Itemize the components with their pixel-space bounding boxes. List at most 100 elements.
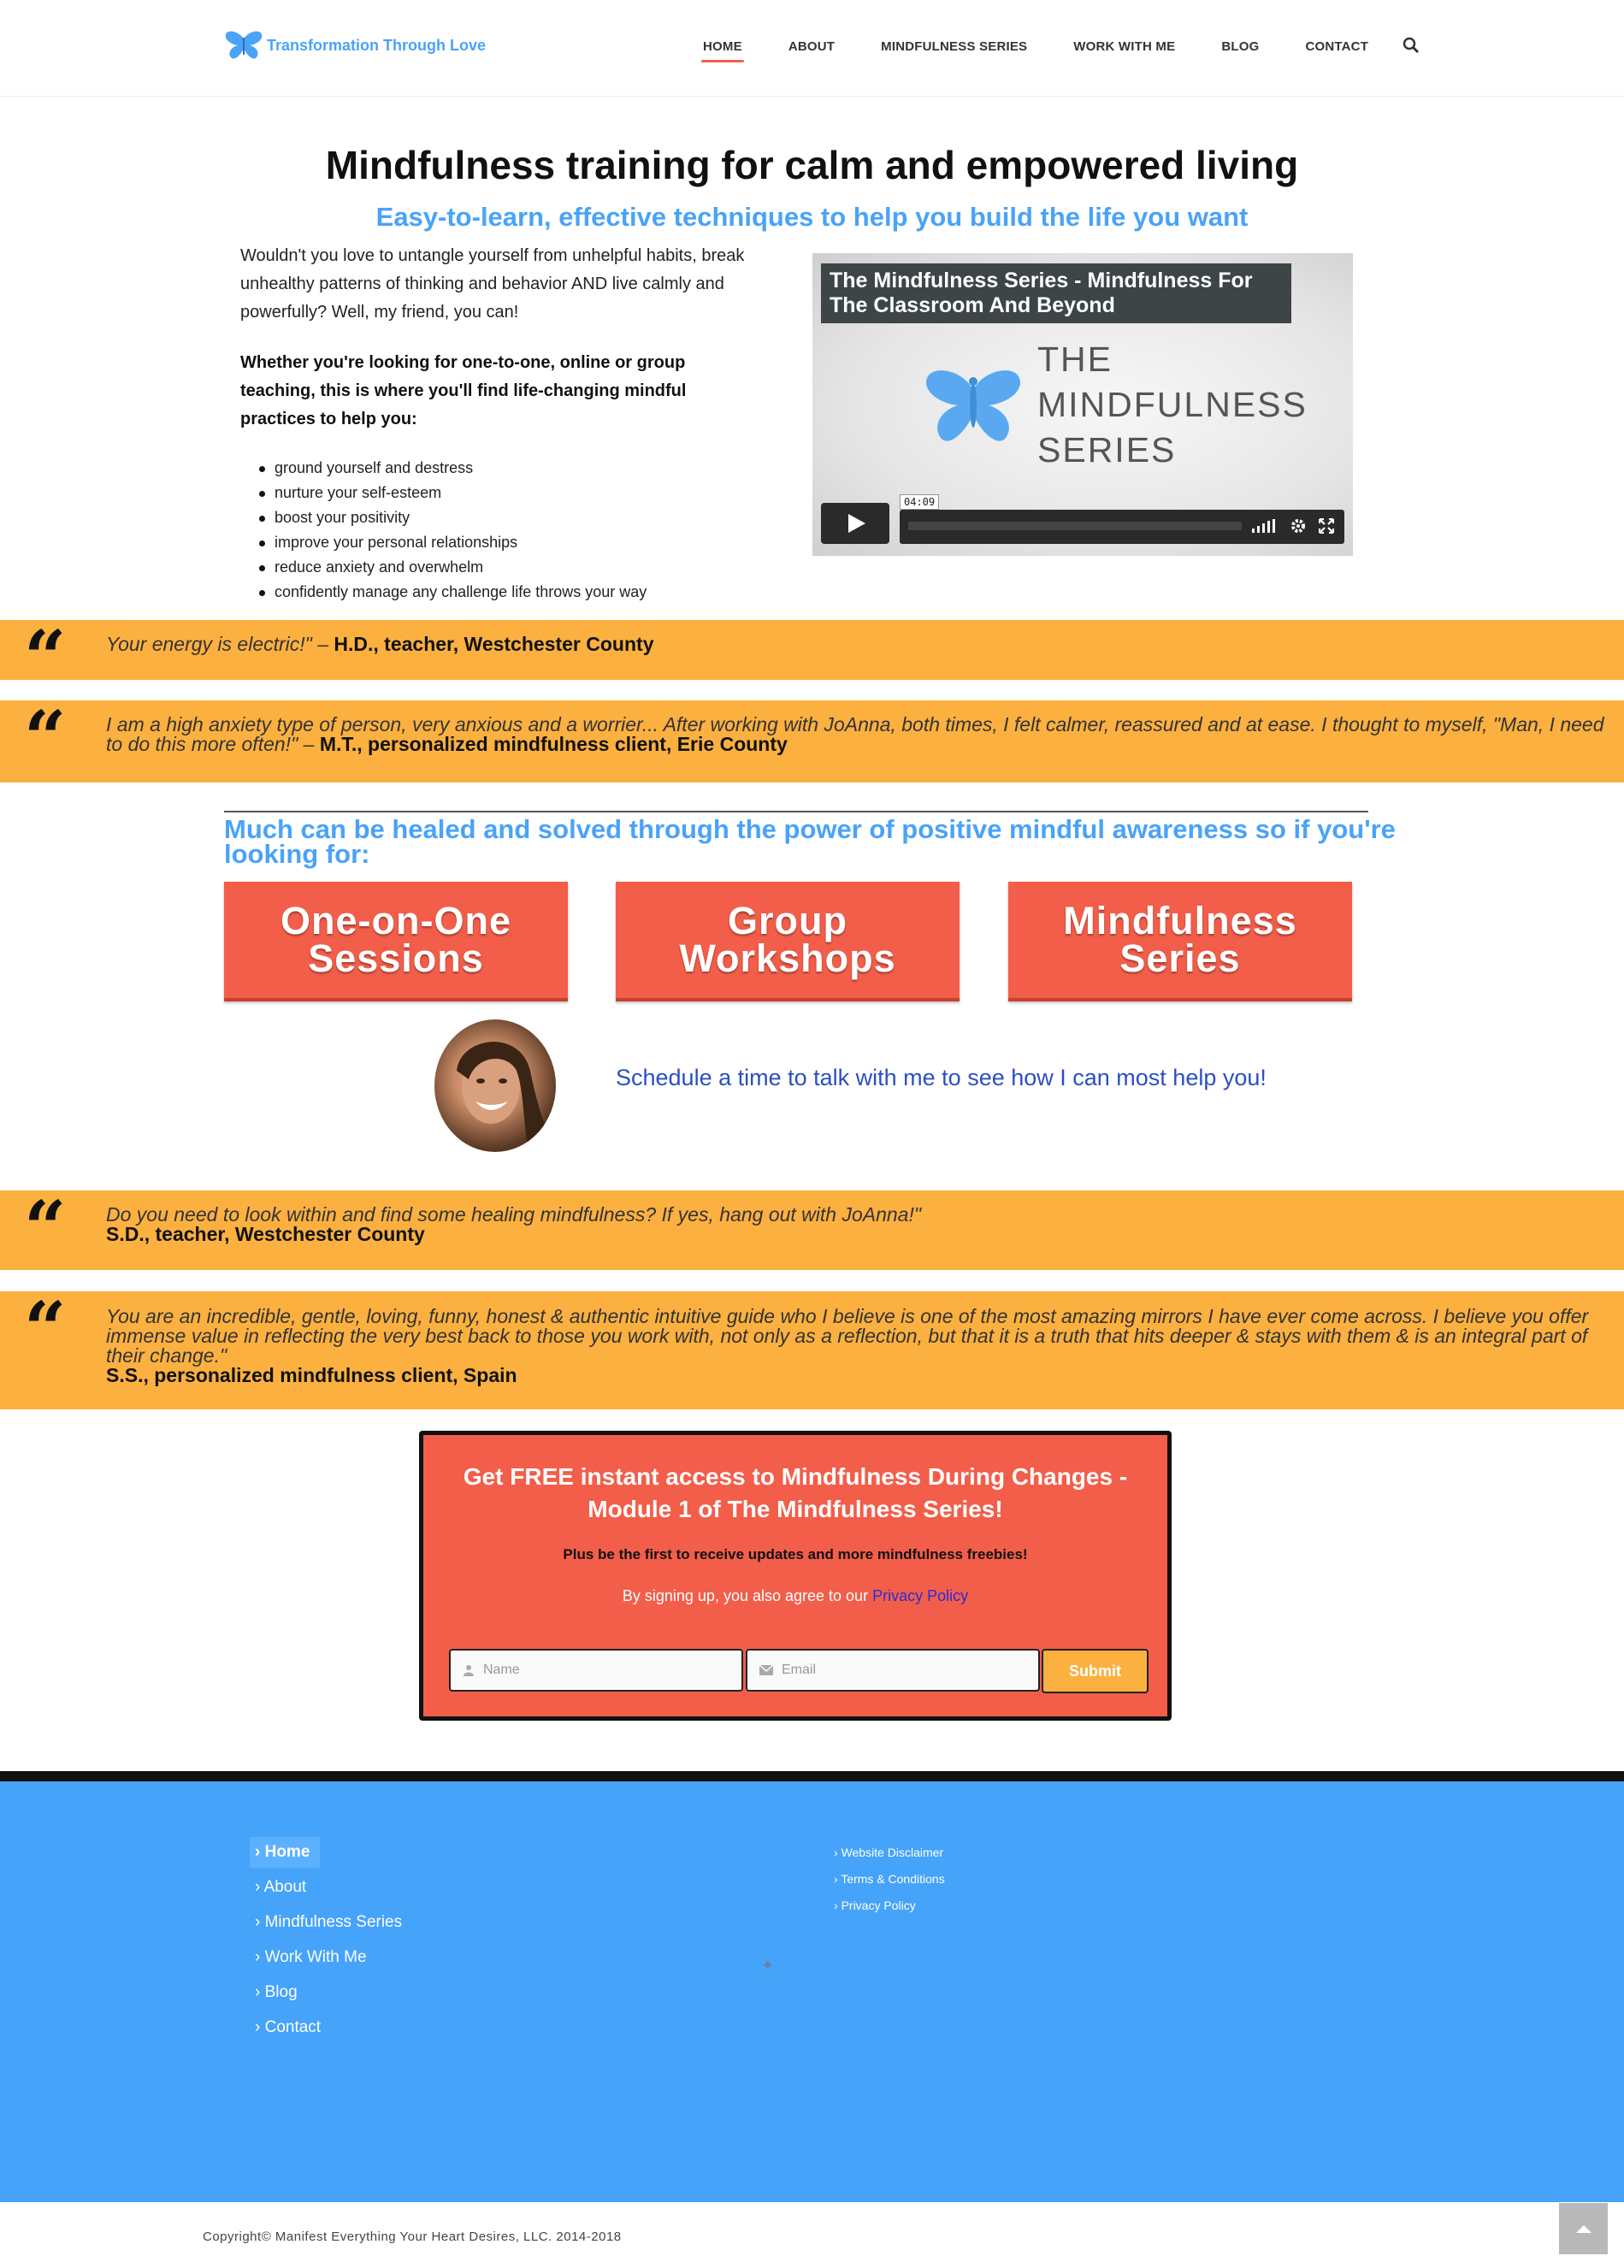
video-control-bar bbox=[900, 510, 1344, 544]
page-title: Mindfulness training for calm and empowe… bbox=[325, 143, 1299, 187]
name-placeholder: Name bbox=[483, 1663, 520, 1677]
quote-icon: “ bbox=[24, 1185, 67, 1272]
nav-about[interactable]: ABOUT bbox=[787, 31, 836, 62]
footer-menu: › Home › About › Mindfulness Series › Wo… bbox=[250, 1837, 412, 2047]
butterfly-logo-icon bbox=[225, 31, 263, 59]
footer-link-label: Contact bbox=[264, 2018, 322, 2036]
site-logo[interactable]: Transformation Through Love bbox=[224, 29, 486, 62]
settings-gear-icon[interactable] bbox=[1290, 517, 1307, 535]
schedule-link[interactable]: Schedule a time to talk with me to see h… bbox=[616, 1065, 1267, 1091]
video-player[interactable]: The Mindfulness Series - Mindfulness For… bbox=[812, 253, 1353, 556]
plus-icon: ✦ bbox=[761, 1957, 775, 1974]
button-line: Sessions bbox=[308, 936, 484, 980]
site-footer: › Home › About › Mindfulness Series › Wo… bbox=[0, 1781, 1624, 2202]
footer-link-contact[interactable]: › Contact bbox=[250, 2012, 412, 2043]
footer-link-label: Home bbox=[264, 1843, 310, 1861]
benefits-list: ground yourself and destress nurture you… bbox=[259, 456, 789, 605]
button-line: Series bbox=[1119, 936, 1241, 980]
volume-icon[interactable] bbox=[1252, 519, 1278, 533]
testimonial-text: I am a high anxiety type of person, very… bbox=[106, 715, 1607, 754]
video-control-icons bbox=[1252, 517, 1334, 535]
nav-work-with-me[interactable]: WORK WITH ME bbox=[1072, 31, 1177, 62]
footer-link-mindfulness-series[interactable]: › Mindfulness Series bbox=[250, 1907, 412, 1938]
footer-link-disclaimer[interactable]: › Website Disclaimer bbox=[834, 1840, 945, 1866]
chevron-up-icon bbox=[1575, 2225, 1592, 2233]
search-icon[interactable] bbox=[1403, 37, 1420, 58]
quote-icon: “ bbox=[24, 615, 67, 701]
email-placeholder: Email bbox=[782, 1663, 817, 1677]
footer-link-about[interactable]: › About bbox=[250, 1872, 412, 1903]
button-line: Workshops bbox=[679, 936, 896, 980]
testimonial-band: “ I am a high anxiety type of person, ve… bbox=[0, 700, 1624, 783]
footer-link-label: Terms & Conditions bbox=[841, 1872, 945, 1886]
play-button[interactable] bbox=[821, 503, 889, 544]
testimonial-text: You are an incredible, gentle, loving, f… bbox=[106, 1307, 1607, 1385]
butterfly-icon bbox=[925, 370, 1021, 441]
video-progress-bar[interactable] bbox=[908, 522, 1242, 530]
footer-link-label: About bbox=[263, 1878, 307, 1896]
testimonial-author: S.D., teacher, Westchester County bbox=[106, 1223, 425, 1245]
video-brand-line: THE bbox=[1037, 340, 1113, 379]
button-line: Mindfulness bbox=[1063, 899, 1297, 942]
button-line: One-on-One bbox=[281, 899, 511, 942]
optin-subtitle: Plus be the first to receive updates and… bbox=[563, 1546, 1028, 1562]
optin-form: Get FREE instant access to Mindfulness D… bbox=[419, 1431, 1172, 1721]
footer-link-label: Privacy Policy bbox=[841, 1899, 916, 1912]
list-item: confidently manage any challenge life th… bbox=[259, 580, 789, 605]
portrait-image bbox=[457, 1042, 556, 1152]
quote-icon: “ bbox=[24, 695, 67, 782]
email-field[interactable]: Email bbox=[746, 1649, 1040, 1692]
privacy-policy-link[interactable]: Privacy Policy bbox=[872, 1587, 968, 1604]
intro-paragraph: Wouldn't you love to untangle yourself f… bbox=[240, 246, 745, 322]
footer-link-label: Work With Me bbox=[264, 1948, 367, 1966]
fullscreen-icon[interactable] bbox=[1319, 518, 1334, 534]
submit-button[interactable]: Submit bbox=[1042, 1649, 1149, 1693]
testimonial-author: H.D., teacher, Westchester County bbox=[334, 633, 654, 655]
testimonial-quote: Your energy is electric!" – bbox=[106, 633, 329, 655]
footer-link-blog[interactable]: › Blog bbox=[250, 1977, 412, 2008]
services-headline: Much can be healed and solved through th… bbox=[224, 814, 1396, 869]
video-controls: 04:09 bbox=[821, 494, 1344, 546]
list-item: improve your personal relationships bbox=[259, 530, 789, 555]
one-on-one-sessions-button[interactable]: One-on-One Sessions bbox=[224, 882, 568, 1001]
list-item: ground yourself and destress bbox=[259, 456, 789, 481]
policy-prefix: By signing up, you also agree to our bbox=[622, 1587, 869, 1604]
envelope-icon bbox=[759, 1665, 773, 1675]
name-field[interactable]: Name bbox=[449, 1649, 743, 1692]
button-line: Group bbox=[728, 899, 847, 942]
footer-legal-links: › Website Disclaimer › Terms & Condition… bbox=[834, 1840, 945, 1919]
video-brand-text: THE MINDFULNESS SERIES bbox=[1037, 337, 1308, 473]
list-item: reduce anxiety and overwhelm bbox=[259, 555, 789, 580]
nav-home[interactable]: HOME bbox=[701, 31, 744, 62]
site-header: Transformation Through Love HOME ABOUT M… bbox=[0, 0, 1624, 97]
footer-link-label: Website Disclaimer bbox=[841, 1846, 944, 1859]
footer-link-home[interactable]: › Home bbox=[250, 1837, 321, 1868]
avatar bbox=[434, 1019, 556, 1152]
logo-text: Transformation Through Love bbox=[267, 36, 487, 54]
footer-link-work-with-me[interactable]: › Work With Me bbox=[250, 1942, 412, 1973]
testimonial-author: M.T., personalized mindfulness client, E… bbox=[319, 733, 788, 755]
group-workshops-button[interactable]: Group Workshops bbox=[616, 882, 960, 1001]
testimonial-quote: You are an incredible, gentle, loving, f… bbox=[106, 1305, 1589, 1367]
video-title[interactable]: The Mindfulness Series - Mindfulness For… bbox=[821, 263, 1291, 323]
scroll-to-top-button[interactable] bbox=[1559, 2203, 1608, 2254]
footer-link-terms[interactable]: › Terms & Conditions bbox=[834, 1866, 945, 1893]
footer-link-label: Mindfulness Series bbox=[264, 1913, 403, 1931]
nav-mindfulness-series[interactable]: MINDFULNESS SERIES bbox=[879, 31, 1029, 62]
mindfulness-series-button[interactable]: Mindfulness Series bbox=[1008, 882, 1352, 1001]
video-brand-line: MINDFULNESS bbox=[1037, 385, 1308, 424]
section-divider bbox=[224, 811, 1368, 812]
play-icon bbox=[848, 514, 865, 533]
testimonial-band: “ Do you need to look within and find so… bbox=[0, 1190, 1624, 1270]
testimonial-text: Your energy is electric!" – H.D., teache… bbox=[106, 635, 1607, 654]
footer-link-privacy[interactable]: › Privacy Policy bbox=[834, 1893, 945, 1919]
video-duration: 04:09 bbox=[900, 494, 940, 510]
main-nav: HOME ABOUT MINDFULNESS SERIES WORK WITH … bbox=[701, 31, 1413, 62]
copyright-bar: Copyright© Manifest Everything Your Hear… bbox=[0, 2202, 1624, 2268]
testimonial-band: “ You are an incredible, gentle, loving,… bbox=[0, 1291, 1624, 1409]
nav-blog[interactable]: BLOG bbox=[1219, 31, 1261, 62]
testimonial-band: “ Your energy is electric!" – H.D., teac… bbox=[0, 620, 1624, 695]
copyright-text: Copyright© Manifest Everything Your Hear… bbox=[203, 2230, 622, 2244]
video-brand-line: SERIES bbox=[1037, 430, 1177, 470]
nav-contact[interactable]: CONTACT bbox=[1303, 31, 1370, 62]
